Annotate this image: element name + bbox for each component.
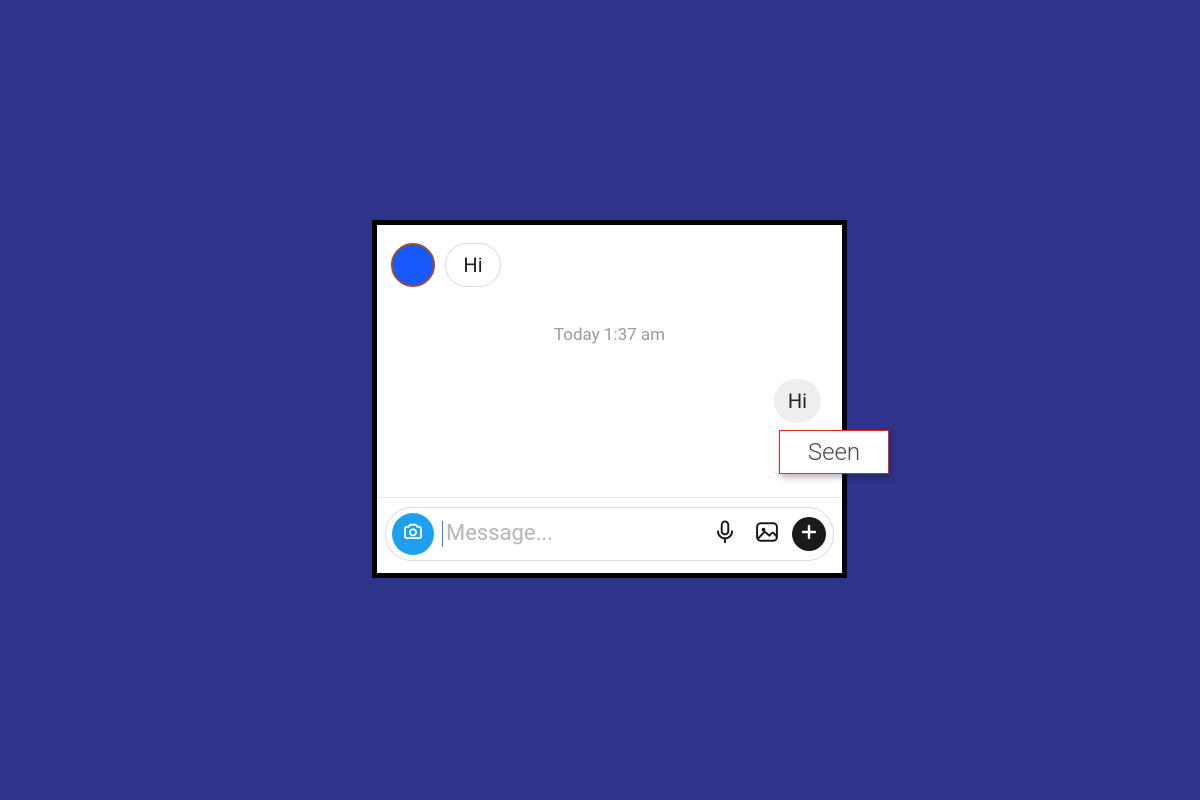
seen-status-callout: Seen — [779, 430, 889, 474]
incoming-message-bubble[interactable]: Hi — [445, 243, 501, 287]
message-composer: Message... — [385, 507, 834, 561]
incoming-message-text: Hi — [463, 253, 482, 277]
plus-icon — [799, 522, 819, 546]
camera-button[interactable] — [392, 513, 434, 555]
outgoing-message-bubble[interactable]: Hi — [774, 379, 821, 423]
outgoing-message-text: Hi — [788, 389, 807, 413]
incoming-message-row: Hi — [391, 243, 501, 287]
chat-window: Hi Today 1:37 am Hi Message... — [372, 220, 847, 578]
microphone-icon — [711, 518, 739, 550]
gallery-button[interactable] — [750, 517, 784, 551]
message-input[interactable]: Message... — [442, 521, 700, 547]
seen-status-text: Seen — [808, 438, 860, 466]
message-input-placeholder: Message... — [446, 523, 553, 545]
text-cursor — [442, 521, 443, 547]
input-divider — [377, 497, 842, 498]
timestamp-label: Today 1:37 am — [377, 325, 842, 345]
add-button[interactable] — [792, 517, 826, 551]
voice-button[interactable] — [708, 517, 742, 551]
camera-icon — [401, 520, 425, 548]
contact-avatar[interactable] — [391, 243, 435, 287]
image-icon — [753, 518, 781, 550]
